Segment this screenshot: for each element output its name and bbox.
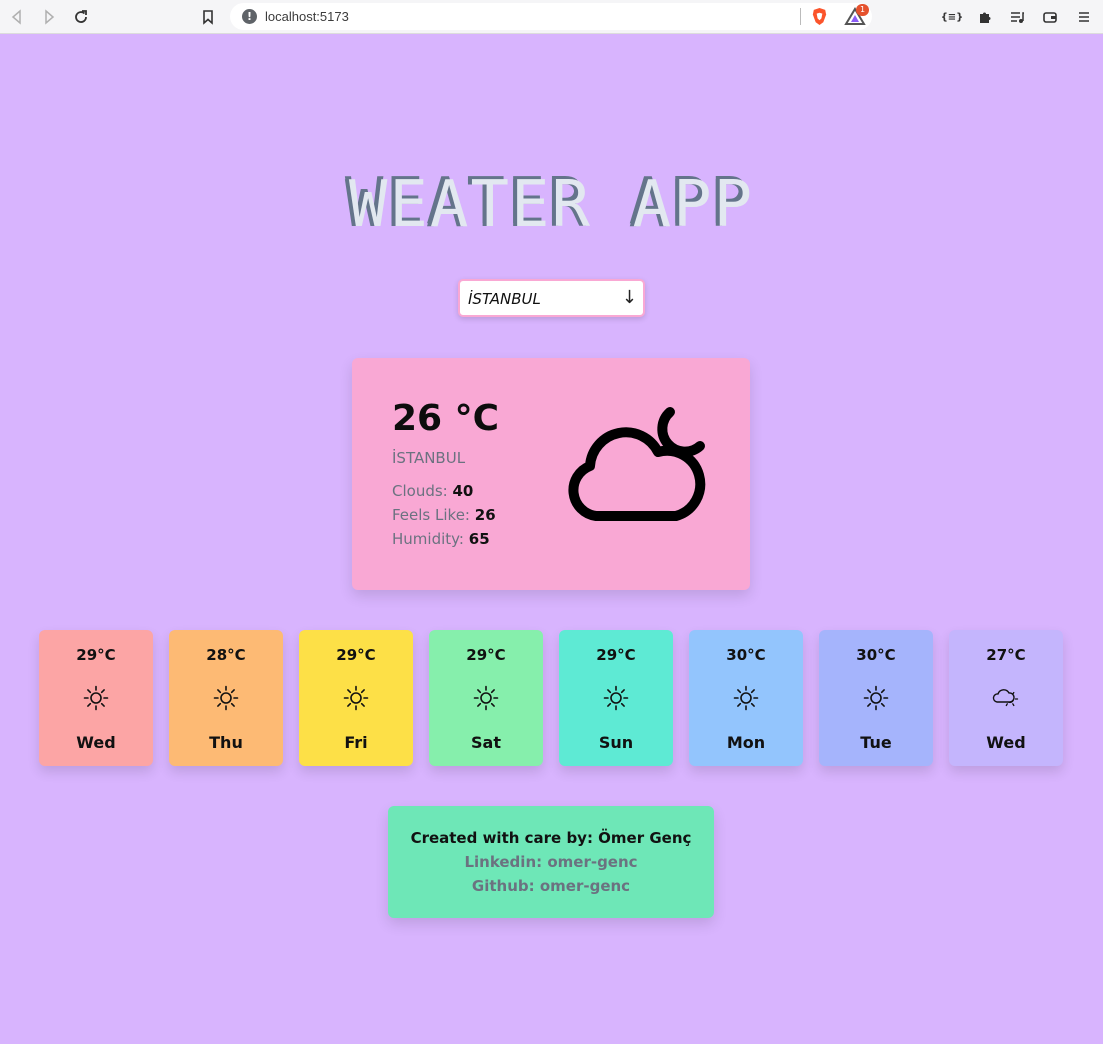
feels-like-stat: Feels Like: 26 (392, 506, 496, 524)
forecast-day: Fri (344, 733, 368, 752)
wallet-icon (1043, 12, 1057, 23)
forecast-temp: 29°C (466, 646, 506, 664)
forecast-temp: 29°C (76, 646, 116, 664)
forecast-temp: 30°C (856, 646, 896, 664)
forecast-card: 29°C Sun (559, 630, 673, 766)
back-icon (11, 9, 21, 25)
forecast-card: 29°C Wed (39, 630, 153, 766)
forecast-temp: 29°C (336, 646, 376, 664)
forward-icon (45, 9, 55, 25)
address-url: localhost:5173 (265, 9, 349, 24)
forecast-day: Tue (860, 733, 892, 752)
extension-icon[interactable]: {≡} (941, 7, 964, 27)
back-button[interactable] (6, 6, 28, 28)
forecast-day: Wed (76, 733, 116, 752)
forecast-card: 30°C Tue (819, 630, 933, 766)
forecast-temp: 30°C (726, 646, 766, 664)
forecast-card: 27°C Wed (949, 630, 1063, 766)
forecast-card: 28°C Thu (169, 630, 283, 766)
sun-icon (603, 685, 629, 711)
media-queue-button[interactable] (1007, 7, 1027, 27)
forecast-day: Mon (726, 733, 766, 752)
forward-button[interactable] (38, 6, 60, 28)
clouds-value: 40 (452, 482, 474, 500)
sun-icon (213, 685, 239, 711)
sun-icon (733, 685, 759, 711)
address-divider (800, 8, 801, 25)
forecast-temp: 29°C (596, 646, 636, 664)
forecast-day: Sun (598, 733, 634, 752)
extensions-puzzle-button[interactable] (975, 7, 995, 27)
forecast-day: Thu (209, 733, 243, 752)
humidity-value: 65 (468, 530, 490, 548)
rewards-badge: 1 (856, 4, 869, 16)
cloud-moon-icon (568, 407, 706, 521)
app-title: WEATER APP (348, 168, 755, 242)
forecast-day: Wed (986, 733, 1026, 752)
puzzle-icon (980, 12, 991, 23)
cloud-sun-icon (992, 689, 1019, 707)
sun-icon (83, 685, 109, 711)
wallet-button[interactable] (1040, 7, 1060, 27)
sun-icon (343, 685, 369, 711)
current-temperature: 26 °C (392, 398, 500, 439)
hamburger-icon (1079, 12, 1089, 22)
brave-shields-icon[interactable] (810, 7, 829, 26)
browser-toolbar: ! localhost:5173 1 {≡} (0, 0, 1103, 34)
city-select[interactable]: İSTANBUL ↓ (458, 279, 645, 317)
forecast-temp: 28°C (206, 646, 246, 664)
site-info-icon[interactable]: ! (242, 9, 257, 24)
humidity-label: Humidity: (392, 530, 464, 548)
address-bar[interactable]: ! localhost:5173 1 (230, 3, 872, 30)
forecast-card: 30°C Mon (689, 630, 803, 766)
bookmark-icon (203, 10, 213, 25)
forecast-card: 29°C Fri (299, 630, 413, 766)
forecast-card: 29°C Sat (429, 630, 543, 766)
forecast-temp: 27°C (986, 646, 1026, 664)
created-by-text: Created with care by: Ömer Genç (410, 829, 692, 847)
current-city: İSTANBUL (392, 449, 466, 467)
menu-button[interactable] (1074, 7, 1094, 27)
city-select-value: İSTANBUL (468, 290, 541, 308)
sun-icon (863, 685, 889, 711)
clouds-label: Clouds: (392, 482, 448, 500)
bookmark-button[interactable] (197, 6, 219, 28)
reload-button[interactable] (70, 6, 92, 28)
github-link[interactable]: Github: omer-genc (388, 877, 714, 895)
humidity-stat: Humidity: 65 (392, 530, 490, 548)
forecast-day: Sat (471, 733, 501, 752)
feels-like-value: 26 (474, 506, 496, 524)
clouds-stat: Clouds: 40 (392, 482, 473, 500)
current-weather-card: 26 °C İSTANBUL Clouds: 40 Feels Like: 26… (352, 358, 750, 590)
playlist-icon (1011, 12, 1024, 23)
sun-icon (473, 685, 499, 711)
linkedin-link[interactable]: Linkedin: omer-genc (388, 853, 714, 871)
arrow-down-icon: ↓ (621, 287, 637, 308)
feels-like-label: Feels Like: (392, 506, 470, 524)
credit-card: Created with care by: Ömer Genç Linkedin… (388, 806, 714, 918)
reload-icon (75, 10, 87, 23)
